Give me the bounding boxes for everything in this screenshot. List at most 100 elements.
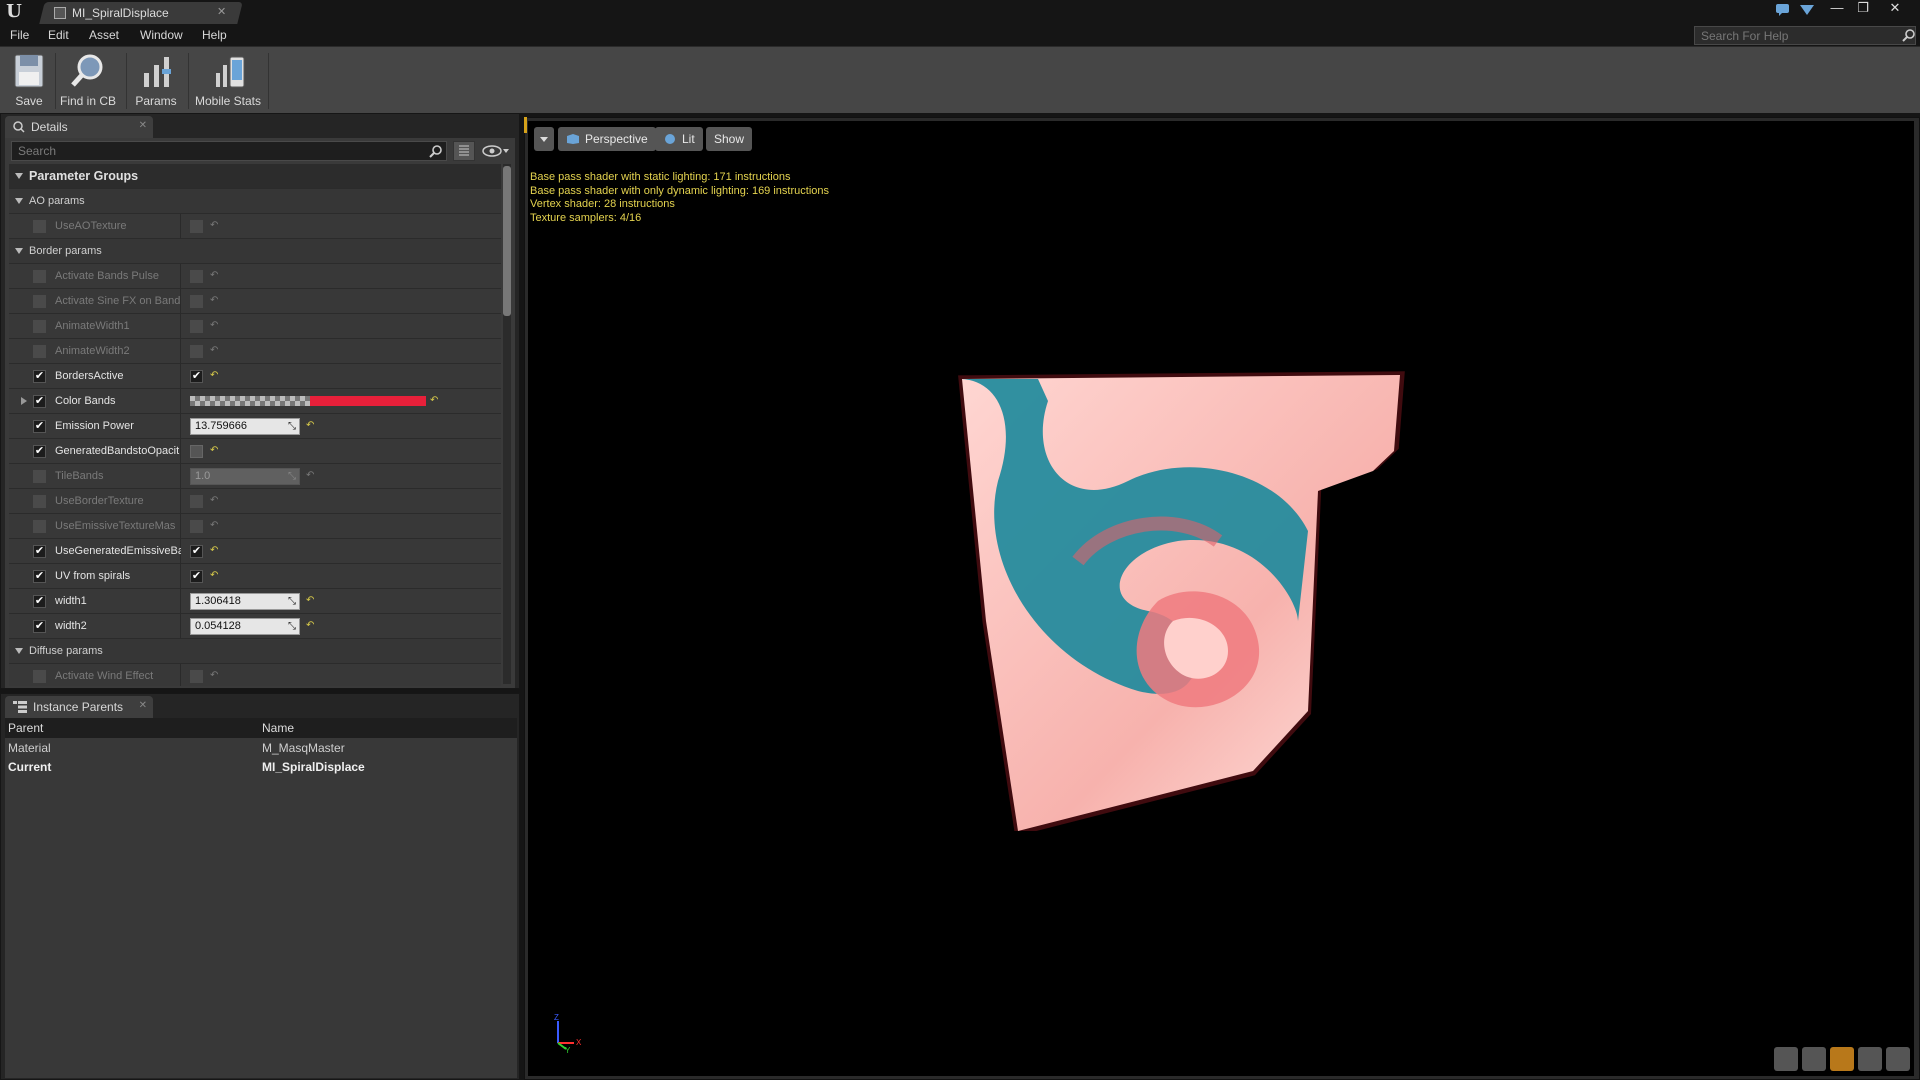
close-icon[interactable]: ✕: [139, 120, 147, 131]
view-options-grid-button[interactable]: [453, 141, 475, 161]
override-checkbox[interactable]: [33, 320, 46, 333]
reset-arrow-icon[interactable]: ↶: [430, 395, 440, 407]
perspective-button[interactable]: Perspective: [558, 127, 656, 151]
document-tab-content[interactable]: MI_SpiralDisplace: [54, 2, 234, 24]
viewport-options-dropdown[interactable]: [534, 127, 554, 151]
help-search-input[interactable]: Search For Help: [1694, 26, 1916, 45]
override-checkbox[interactable]: [33, 570, 46, 583]
tab-close-icon[interactable]: ✕: [217, 5, 226, 18]
menu-asset[interactable]: Asset: [89, 28, 119, 42]
override-checkbox[interactable]: [33, 520, 46, 533]
value-checkbox[interactable]: [190, 220, 203, 233]
close-window-button[interactable]: ✕: [1884, 0, 1906, 18]
reset-arrow-icon[interactable]: ↶: [210, 670, 220, 682]
scrollbar-thumb[interactable]: [503, 166, 511, 316]
expand-arrow-icon[interactable]: [21, 397, 27, 405]
reset-arrow-icon[interactable]: ↶: [210, 545, 220, 557]
group-ao-params[interactable]: AO params: [9, 189, 501, 214]
material-preview-viewport[interactable]: Perspective Lit Show Base pass shader wi…: [528, 121, 1914, 1076]
cylinder-preview-icon[interactable]: [1774, 1047, 1798, 1071]
plane-preview-icon[interactable]: [1830, 1047, 1854, 1071]
value-checkbox[interactable]: [190, 670, 203, 683]
width1-input[interactable]: 1.306418 ⤡: [190, 593, 300, 610]
override-checkbox[interactable]: [33, 270, 46, 283]
value-checkbox[interactable]: [190, 270, 203, 283]
reset-arrow-icon[interactable]: ↶: [210, 495, 220, 507]
save-button[interactable]: Save: [8, 51, 50, 111]
override-checkbox[interactable]: [33, 620, 46, 633]
emission-power-input[interactable]: 13.759666 ⤡: [190, 418, 300, 435]
collapse-arrow-icon[interactable]: [15, 248, 23, 254]
lit-button[interactable]: Lit: [655, 127, 703, 151]
override-checkbox[interactable]: [33, 595, 46, 608]
parameter-groups-header[interactable]: Parameter Groups: [9, 164, 501, 189]
override-checkbox[interactable]: [33, 395, 46, 408]
menu-edit[interactable]: Edit: [48, 28, 69, 42]
feedback-icon[interactable]: [1799, 3, 1815, 17]
sphere-preview-icon[interactable]: [1802, 1047, 1826, 1071]
find-in-cb-button[interactable]: Find in CB: [58, 51, 118, 111]
drag-arrow-icon[interactable]: ⤡: [288, 471, 296, 482]
column-header-name[interactable]: Name: [262, 721, 294, 735]
reset-arrow-icon[interactable]: ↶: [210, 345, 220, 357]
column-header-parent[interactable]: Parent: [8, 721, 43, 735]
reset-arrow-icon[interactable]: ↶: [210, 270, 220, 282]
mobile-stats-button[interactable]: Mobile Stats: [192, 51, 264, 111]
value-checkbox[interactable]: [190, 520, 203, 533]
restore-button[interactable]: ❐: [1852, 0, 1874, 18]
unreal-logo-icon[interactable]: U: [4, 2, 24, 22]
reset-arrow-icon[interactable]: ↶: [210, 295, 220, 307]
width2-input[interactable]: 0.054128 ⤡: [190, 618, 300, 635]
tile-bands-input[interactable]: 1.0 ⤡: [190, 468, 300, 485]
custom-mesh-preview-icon[interactable]: [1886, 1047, 1910, 1071]
reset-arrow-icon[interactable]: ↶: [210, 370, 220, 382]
reset-arrow-icon[interactable]: ↶: [306, 620, 316, 632]
menu-file[interactable]: File: [10, 28, 29, 42]
tab-instance-parents[interactable]: Instance Parents ✕: [5, 696, 153, 718]
group-border-params[interactable]: Border params: [9, 239, 501, 264]
group-diffuse-params[interactable]: Diffuse params: [9, 639, 501, 664]
override-checkbox[interactable]: [33, 445, 46, 458]
override-checkbox[interactable]: [33, 370, 46, 383]
collapse-arrow-icon[interactable]: [15, 648, 23, 654]
drag-arrow-icon[interactable]: ⤡: [288, 596, 296, 607]
value-checkbox[interactable]: [190, 545, 203, 558]
reset-arrow-icon[interactable]: ↶: [210, 570, 220, 582]
reset-arrow-icon[interactable]: ↶: [210, 520, 220, 532]
minimize-button[interactable]: —: [1826, 0, 1848, 18]
table-row[interactable]: Current MI_SpiralDisplace: [5, 758, 517, 776]
value-checkbox[interactable]: [190, 370, 203, 383]
chat-icon[interactable]: [1775, 3, 1791, 17]
details-scrollbar[interactable]: [503, 164, 511, 684]
reset-arrow-icon[interactable]: ↶: [210, 220, 220, 232]
value-checkbox[interactable]: [190, 320, 203, 333]
close-icon[interactable]: ✕: [139, 700, 147, 711]
tab-details[interactable]: Details ✕: [5, 116, 153, 138]
override-checkbox[interactable]: [33, 295, 46, 308]
value-checkbox[interactable]: [190, 345, 203, 358]
reset-arrow-icon[interactable]: ↶: [306, 470, 316, 482]
params-button[interactable]: Params: [132, 51, 180, 111]
override-checkbox[interactable]: [33, 420, 46, 433]
reset-arrow-icon[interactable]: ↶: [210, 445, 220, 457]
menu-help[interactable]: Help: [202, 28, 227, 42]
value-checkbox[interactable]: [190, 445, 203, 458]
value-checkbox[interactable]: [190, 570, 203, 583]
override-checkbox[interactable]: [33, 670, 46, 683]
override-checkbox[interactable]: [33, 495, 46, 508]
collapse-arrow-icon[interactable]: [15, 198, 23, 204]
drag-arrow-icon[interactable]: ⤡: [288, 621, 296, 632]
show-button[interactable]: Show: [706, 127, 753, 151]
color-band-swatch[interactable]: [190, 396, 426, 406]
reset-arrow-icon[interactable]: ↶: [210, 320, 220, 332]
override-checkbox[interactable]: [33, 220, 46, 233]
details-search-input[interactable]: Search: [11, 141, 447, 161]
collapse-arrow-icon[interactable]: [15, 173, 23, 179]
reset-arrow-icon[interactable]: ↶: [306, 420, 316, 432]
value-checkbox[interactable]: [190, 295, 203, 308]
override-checkbox[interactable]: [33, 345, 46, 358]
table-row[interactable]: Material M_MasqMaster: [5, 739, 517, 757]
drag-arrow-icon[interactable]: ⤡: [288, 421, 296, 432]
override-checkbox[interactable]: [33, 545, 46, 558]
reset-arrow-icon[interactable]: ↶: [306, 595, 316, 607]
